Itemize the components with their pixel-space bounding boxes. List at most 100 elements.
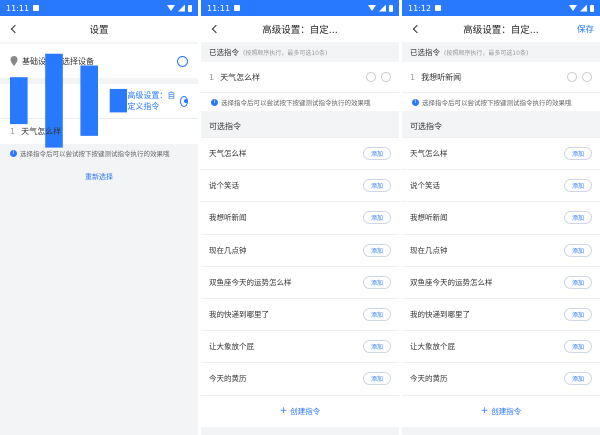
tip-text: 选择指令后可以尝试按下按键测试指令执行的效果哦: [221, 99, 371, 107]
option-text: 天气怎么样: [209, 149, 247, 159]
move-down-icon[interactable]: [381, 72, 391, 82]
option-text: 说个笑话: [209, 181, 239, 191]
move-up-icon[interactable]: [366, 72, 376, 82]
command-number: 1: [10, 127, 16, 136]
tip-message: i 选择指令后可以尝试按下按键测试指令执行的效果哦: [402, 92, 600, 111]
add-button[interactable]: 添加: [564, 275, 592, 289]
option-row: 说个笑话 添加: [402, 169, 600, 202]
option-row: 现在几点钟 添加: [402, 233, 600, 266]
option-row: 今天的黄历 添加: [201, 362, 399, 395]
option-text: 今天的黄历: [410, 374, 448, 384]
add-button[interactable]: 添加: [363, 275, 391, 289]
info-icon: i: [412, 98, 419, 106]
add-button[interactable]: 添加: [363, 308, 391, 322]
advanced-settings-option[interactable]: 高级设置：自定义指令: [0, 54, 198, 148]
add-button[interactable]: 添加: [564, 179, 592, 193]
signal-icon: [379, 4, 386, 12]
create-command-label: 创建指令: [491, 406, 522, 416]
reselect-button[interactable]: 重新选择: [0, 162, 198, 192]
info-icon: i: [10, 149, 17, 157]
tip-message: i 选择指令后可以尝试按下按键测试指令执行的效果哦: [201, 92, 399, 111]
move-down-icon[interactable]: [582, 72, 592, 82]
add-button[interactable]: 添加: [363, 243, 391, 257]
page-title: 设置: [89, 25, 109, 36]
selected-section-header: 已选指令 (按照顺序执行，最多可选10条): [201, 42, 399, 62]
add-button[interactable]: 添加: [564, 340, 592, 354]
command-text: 天气怎么样: [220, 72, 261, 82]
notification-icon: [234, 5, 241, 11]
battery-icon: [590, 4, 594, 12]
option-text: 双鱼座今天的运势怎么样: [209, 277, 292, 287]
add-button[interactable]: 添加: [564, 308, 592, 322]
add-button[interactable]: 添加: [564, 243, 592, 257]
back-arrow-icon[interactable]: [410, 22, 424, 36]
back-arrow-icon[interactable]: [8, 22, 22, 36]
option-text: 现在几点钟: [410, 245, 448, 255]
selected-section-header: 已选指令 (按照顺序执行，最多可选10条): [402, 42, 600, 62]
status-bar: 11:12: [402, 0, 600, 16]
option-row: 说个笑话 添加: [201, 169, 399, 202]
back-arrow-icon[interactable]: [209, 22, 223, 36]
option-row: 今天的黄历 添加: [402, 362, 600, 395]
command-number: 1: [410, 72, 416, 82]
tip-text: 选择指令后可以尝试按下按键测试指令执行的效果哦: [20, 150, 170, 158]
add-button[interactable]: 添加: [363, 211, 391, 225]
add-button[interactable]: 添加: [363, 372, 391, 386]
advanced-settings-screen: 11:11 高级设置：自定... 已选指令 (按照顺序执行，最多可选10条) 1…: [201, 0, 399, 435]
option-row: 我想听新闻 添加: [402, 201, 600, 234]
option-row: 让大象放个屁 添加: [201, 330, 399, 363]
option-row: 我想听新闻 添加: [201, 201, 399, 234]
navigation-header: 高级设置：自定... 保存: [402, 16, 600, 42]
move-up-icon[interactable]: [567, 72, 577, 82]
waveform-icon: [10, 54, 128, 148]
add-button[interactable]: 添加: [363, 340, 391, 354]
create-command-button[interactable]: + 创建指令: [402, 394, 600, 427]
command-number: 1: [209, 72, 215, 82]
create-command-button[interactable]: + 创建指令: [201, 394, 399, 427]
advanced-settings-screen-edited: 11:12 高级设置：自定... 保存 已选指令 (按照顺序执行，最多可选10条…: [402, 0, 600, 435]
navigation-header: 高级设置：自定...: [201, 16, 399, 42]
add-button[interactable]: 添加: [564, 372, 592, 386]
selected-hint: (按照顺序执行，最多可选10条): [243, 49, 328, 57]
status-time: 11:12: [408, 3, 432, 13]
option-text: 我想听新闻: [209, 213, 247, 223]
add-button[interactable]: 添加: [363, 179, 391, 193]
notification-icon: [435, 5, 442, 11]
selected-command-row: 1 天气怎么样: [201, 62, 399, 92]
option-text: 让大象放个屁: [209, 342, 254, 352]
option-text: 我的快递到哪里了: [410, 310, 470, 320]
settings-screen: 11:11 设置 基础设置：选择设备 高级设置：自定义指令 1 天气怎么样 i …: [0, 0, 198, 435]
option-text: 现在几点钟: [209, 245, 247, 255]
optional-section-header: 可选指令: [402, 115, 600, 137]
command-text: 天气怎么样: [21, 127, 62, 136]
advanced-settings-label: 高级设置：自定义指令: [127, 91, 176, 111]
selected-title: 已选指令: [410, 47, 440, 57]
option-row: 双鱼座今天的运势怎么样 添加: [402, 265, 600, 298]
save-button[interactable]: 保存: [577, 23, 594, 35]
selected-hint: (按照顺序执行，最多可选10条): [444, 49, 529, 57]
option-row: 天气怎么样 添加: [201, 137, 399, 170]
signal-icon: [580, 4, 587, 12]
advanced-settings-radio[interactable]: [180, 95, 188, 107]
plus-icon: +: [279, 406, 288, 416]
wifi-icon: [569, 5, 577, 11]
status-bar: 11:11: [0, 0, 198, 16]
status-bar: 11:11: [201, 0, 399, 16]
option-text: 天气怎么样: [410, 149, 448, 159]
option-row: 我的快递到哪里了 添加: [402, 297, 600, 331]
basic-settings-radio[interactable]: [177, 55, 188, 67]
add-button[interactable]: 添加: [363, 147, 391, 161]
add-button[interactable]: 添加: [564, 147, 592, 161]
plus-icon: +: [480, 406, 489, 416]
option-row: 双鱼座今天的运势怎么样 添加: [201, 265, 399, 298]
option-row: 天气怎么样 添加: [402, 137, 600, 170]
advanced-settings-card: 高级设置：自定义指令 1 天气怎么样: [0, 54, 198, 148]
notification-icon: [33, 5, 40, 11]
wifi-icon: [368, 5, 376, 11]
battery-icon: [389, 4, 393, 12]
option-text: 我想听新闻: [410, 213, 448, 223]
option-text: 让大象放个屁: [410, 342, 455, 352]
option-row: 我的快递到哪里了 添加: [201, 297, 399, 331]
signal-icon: [178, 4, 185, 12]
add-button[interactable]: 添加: [564, 211, 592, 225]
